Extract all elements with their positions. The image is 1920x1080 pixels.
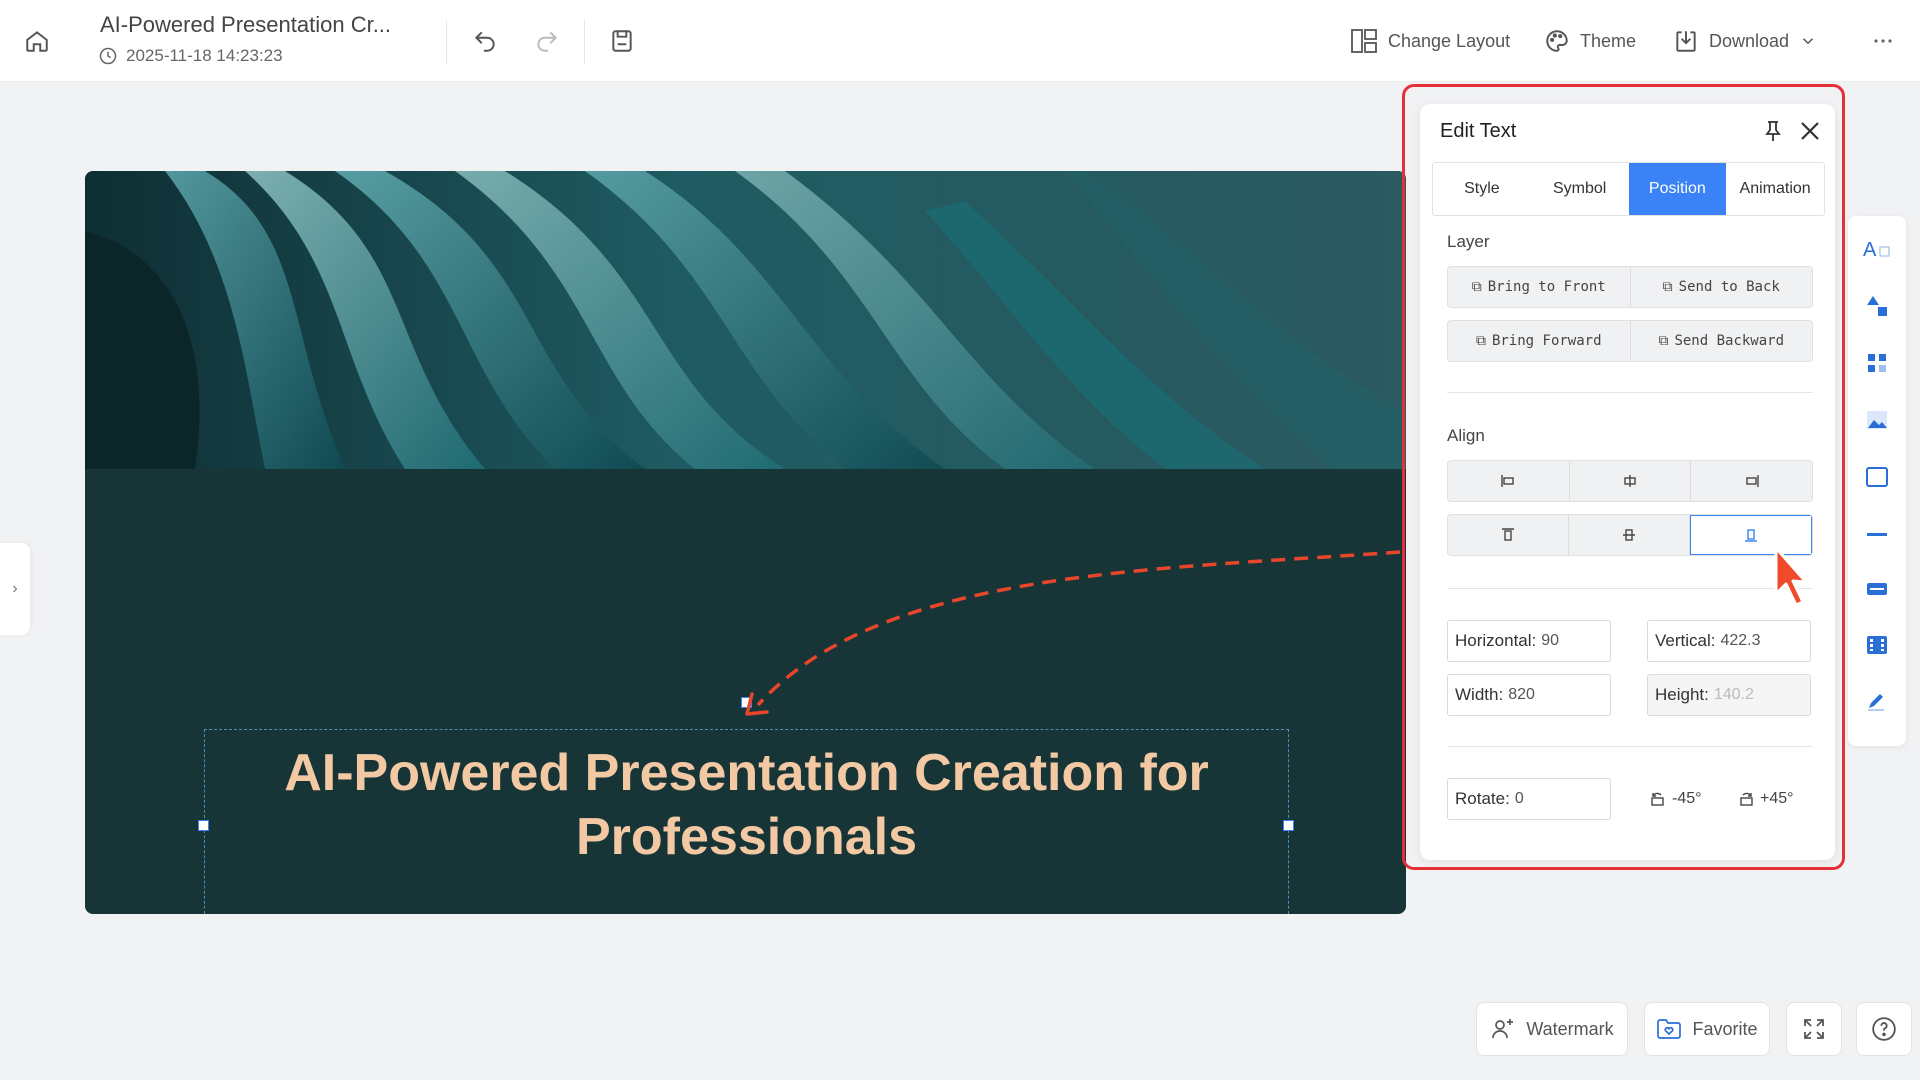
insert-text-button[interactable]: A [1862,234,1892,264]
video-icon [1867,636,1887,654]
home-icon [26,31,48,52]
chevron-down-icon [1803,38,1814,45]
theme-label: Theme [1580,30,1637,51]
save-icon [612,30,632,52]
fullscreen-icon [1804,1019,1824,1039]
top-bar: AI-Powered Presentation Cr... 2025-11-18… [0,0,1920,82]
insert-video-button[interactable] [1862,630,1892,660]
chevron-right-icon: › [12,580,18,597]
timestamp-text: 2025-11-18 14:23:23 [126,46,283,65]
text-icon: A [1863,239,1890,261]
watermark-icon [1492,1019,1514,1039]
history-icon [99,47,117,65]
document-title[interactable]: AI-Powered Presentation Cr... [100,12,391,38]
frame-icon [1866,467,1888,487]
watermark-button[interactable]: Watermark [1476,1002,1628,1056]
insert-draw-button[interactable] [1862,686,1892,716]
shapes-icon [1867,296,1887,316]
draw-icon [1868,694,1884,711]
insert-frame-button[interactable] [1862,462,1892,492]
download-icon [1676,31,1696,52]
insert-line-button[interactable] [1862,519,1892,549]
rotate-handle[interactable] [741,697,752,708]
help-icon [1872,1017,1896,1041]
redo-icon [537,31,558,52]
more-options-button[interactable] [1866,24,1900,58]
image-icon [1867,411,1887,429]
palette-icon [1546,30,1568,52]
watermark-label: Watermark [1526,1018,1614,1039]
insert-textbox-button[interactable] [1862,574,1892,604]
favorite-button[interactable]: Favorite [1644,1002,1770,1056]
download-button[interactable]: Download [1673,24,1817,58]
slide-title-text[interactable]: AI-Powered Presentation Creation for Pro… [204,741,1289,869]
more-icon [1874,39,1892,43]
save-button[interactable] [605,24,639,58]
expand-sidebar-button[interactable]: › [0,543,30,635]
home-button[interactable] [20,24,54,58]
theme-button[interactable]: Theme [1544,24,1636,58]
change-layout-label: Change Layout [1388,30,1511,51]
insert-elements-button[interactable] [1862,348,1892,378]
divider [446,20,447,64]
panel-highlight-box [1402,84,1845,870]
undo-icon [474,31,495,52]
fullscreen-button[interactable] [1786,1002,1842,1056]
divider [584,20,585,64]
elements-icon [1868,354,1886,372]
download-label: Download [1709,30,1790,51]
change-layout-button[interactable]: Change Layout [1350,24,1510,58]
line-icon [1867,533,1887,536]
insert-toolbar: A [1848,216,1906,746]
insert-shape-button[interactable] [1862,291,1892,321]
favorite-label: Favorite [1692,1018,1758,1039]
help-button[interactable] [1856,1002,1912,1056]
slide-canvas[interactable]: AI-Powered Presentation Creation for Pro… [85,171,1406,914]
save-timestamp: 2025-11-18 14:23:23 [98,46,283,66]
textbox-icon [1867,583,1887,595]
undo-button[interactable] [468,24,502,58]
layout-icon [1351,29,1377,53]
redo-button[interactable] [530,24,564,58]
svg-text:A: A [1863,239,1877,261]
insert-image-button[interactable] [1862,405,1892,435]
favorite-folder-icon [1657,1019,1682,1039]
slide-cover-image [85,171,1406,469]
